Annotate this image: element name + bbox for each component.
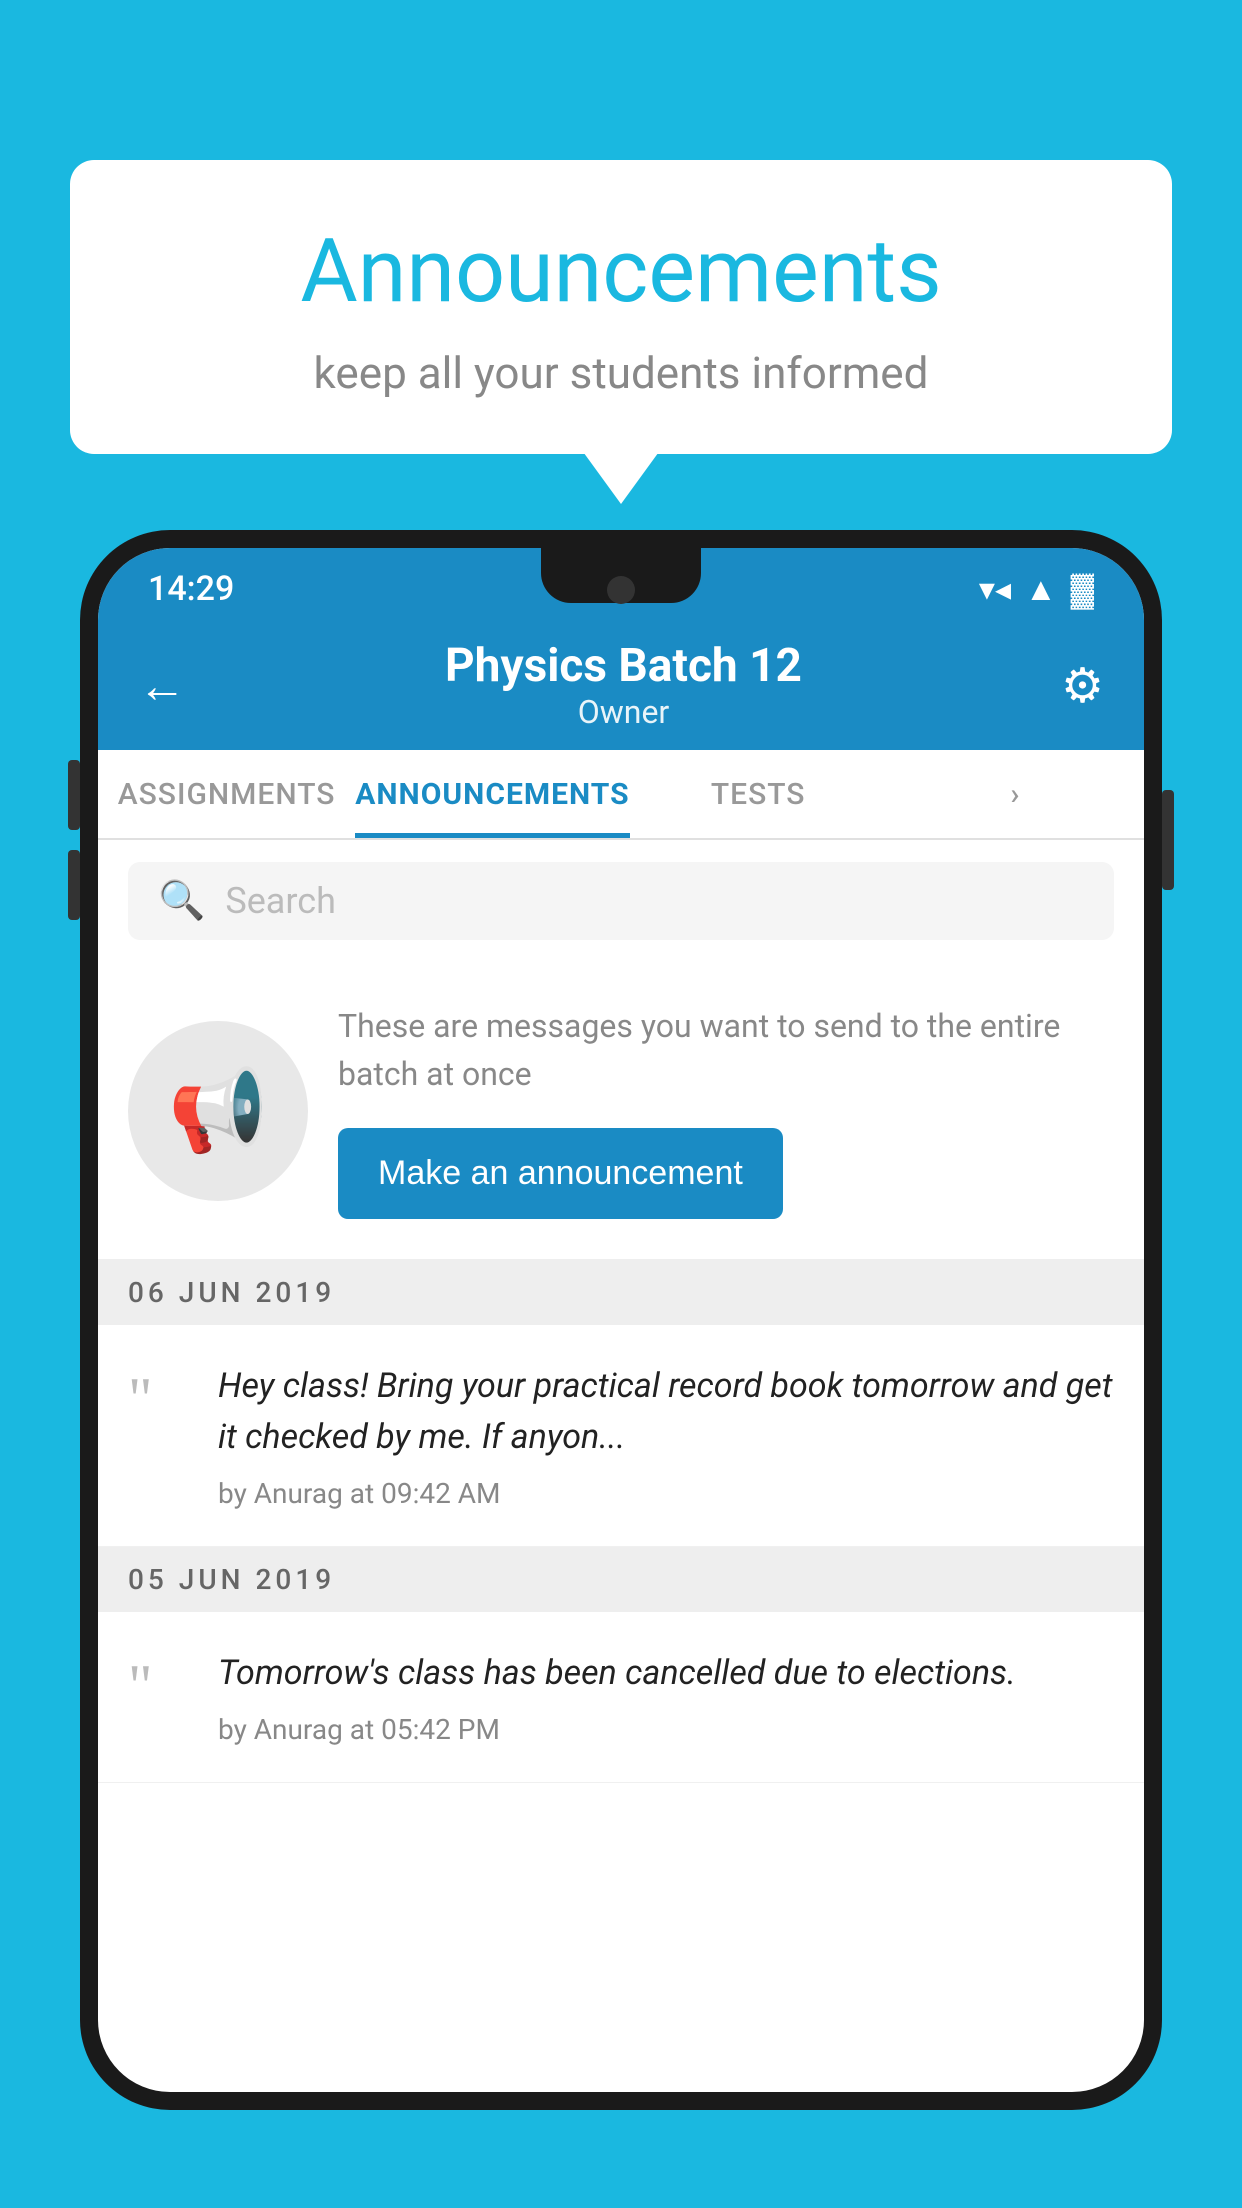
phone-notch <box>541 548 701 603</box>
back-button[interactable]: ← <box>138 657 186 714</box>
promo-description: These are messages you want to send to t… <box>338 1002 1114 1098</box>
volume-up-button <box>68 760 80 830</box>
tab-more[interactable]: › <box>887 750 1144 838</box>
announcement-text-1: Hey class! Bring your practical record b… <box>218 1361 1114 1463</box>
announcement-meta-1: by Anurag at 09:42 AM <box>218 1477 1114 1510</box>
header-subtitle: Owner <box>445 693 802 731</box>
promo-section: 📢 These are messages you want to send to… <box>98 962 1144 1260</box>
announcement-item-2: " Tomorrow's class has been cancelled du… <box>98 1612 1144 1783</box>
announcement-meta-2: by Anurag at 05:42 PM <box>218 1713 1114 1746</box>
search-container: 🔍 Search <box>98 840 1144 962</box>
gear-icon[interactable]: ⚙ <box>1061 657 1104 714</box>
announcement-item-1: " Hey class! Bring your practical record… <box>98 1325 1144 1547</box>
app-header: ← Physics Batch 12 Owner ⚙ <box>98 620 1144 750</box>
tab-tests[interactable]: TESTS <box>630 750 887 838</box>
announcement-text-2: Tomorrow's class has been cancelled due … <box>218 1648 1114 1699</box>
speech-bubble-section: Announcements keep all your students inf… <box>70 160 1172 454</box>
tab-announcements[interactable]: ANNOUNCEMENTS <box>355 750 629 838</box>
announcement-content-2: Tomorrow's class has been cancelled due … <box>218 1648 1114 1746</box>
phone-camera <box>607 576 635 604</box>
search-box[interactable]: 🔍 Search <box>128 862 1114 940</box>
megaphone-circle: 📢 <box>128 1021 308 1201</box>
bubble-title: Announcements <box>110 220 1132 323</box>
header-center: Physics Batch 12 Owner <box>445 639 802 731</box>
tabs-bar: ASSIGNMENTS ANNOUNCEMENTS TESTS › <box>98 750 1144 840</box>
phone-outer: 14:29 ▾◂ ▲ ▓ ← Physics Batch 12 Owner ⚙ <box>80 530 1162 2110</box>
signal-icon: ▲ <box>1025 570 1057 608</box>
power-button <box>1162 790 1174 890</box>
search-icon: 🔍 <box>158 879 205 923</box>
date-separator-1: 06 JUN 2019 <box>98 1260 1144 1325</box>
promo-text-area: These are messages you want to send to t… <box>338 1002 1114 1219</box>
status-time: 14:29 <box>148 569 234 609</box>
date-separator-2: 05 JUN 2019 <box>98 1547 1144 1612</box>
search-placeholder: Search <box>225 880 336 922</box>
make-announcement-button[interactable]: Make an announcement <box>338 1128 783 1219</box>
status-icons: ▾◂ ▲ ▓ <box>979 570 1094 608</box>
wifi-icon: ▾◂ <box>979 570 1011 608</box>
megaphone-icon: 📢 <box>168 1064 268 1158</box>
announcement-content-1: Hey class! Bring your practical record b… <box>218 1361 1114 1510</box>
speech-bubble-card: Announcements keep all your students inf… <box>70 160 1172 454</box>
quote-icon-1: " <box>128 1361 188 1429</box>
phone-wrapper: 14:29 ▾◂ ▲ ▓ ← Physics Batch 12 Owner ⚙ <box>80 530 1162 2208</box>
tab-assignments[interactable]: ASSIGNMENTS <box>98 750 355 838</box>
quote-icon-2: " <box>128 1648 188 1716</box>
phone-screen: 14:29 ▾◂ ▲ ▓ ← Physics Batch 12 Owner ⚙ <box>98 548 1144 2092</box>
volume-down-button <box>68 850 80 920</box>
battery-icon: ▓ <box>1071 570 1094 608</box>
bubble-subtitle: keep all your students informed <box>110 347 1132 399</box>
header-title: Physics Batch 12 <box>445 639 802 693</box>
